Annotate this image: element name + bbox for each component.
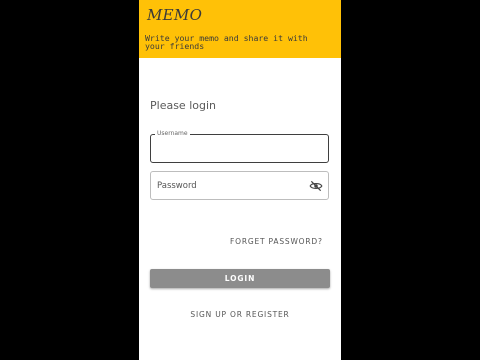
app-subtitle: Write your memo and share it with your f… <box>145 33 308 51</box>
login-button[interactable]: LOGIN <box>150 269 330 288</box>
login-heading: Please login <box>150 99 216 112</box>
visibility-off-icon[interactable] <box>309 179 323 193</box>
username-label: Username <box>155 130 190 138</box>
app-header: MEMO Write your memo and share it with y… <box>139 0 341 58</box>
username-field[interactable]: Username <box>150 130 329 163</box>
password-placeholder: Password <box>157 181 197 191</box>
password-field[interactable]: Password <box>150 171 329 200</box>
phone-screen: MEMO Write your memo and share it with y… <box>139 0 341 360</box>
app-title: MEMO <box>147 6 203 24</box>
signup-register-link[interactable]: SIGN UP OR REGISTER <box>139 310 341 319</box>
forgot-password-link[interactable]: FORGET PASSWORD? <box>230 237 323 246</box>
